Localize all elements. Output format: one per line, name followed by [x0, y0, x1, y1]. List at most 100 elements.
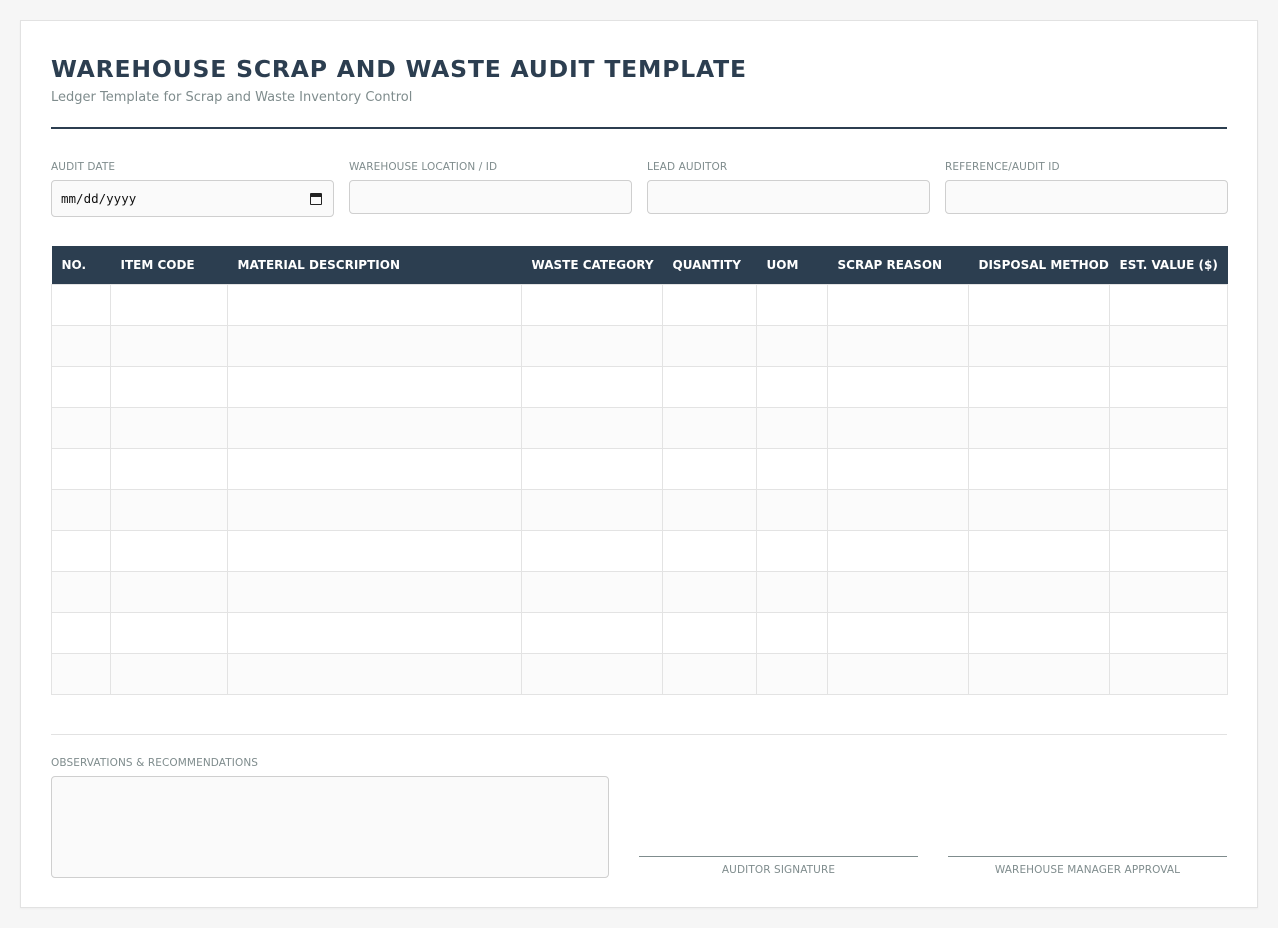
table-cell[interactable] — [1109, 365, 1228, 408]
table-cell[interactable] — [51, 529, 111, 572]
table-cell[interactable] — [968, 570, 1110, 613]
table-cell[interactable] — [1109, 652, 1228, 695]
table-cell[interactable] — [968, 406, 1110, 449]
table-cell[interactable] — [521, 570, 663, 613]
table-cell[interactable] — [1109, 406, 1228, 449]
table-cell[interactable] — [756, 406, 828, 449]
table-cell[interactable] — [227, 529, 522, 572]
table-cell[interactable] — [110, 529, 228, 572]
table-cell[interactable] — [968, 529, 1110, 572]
table-cell[interactable] — [521, 365, 663, 408]
table-cell[interactable] — [227, 611, 522, 654]
table-cell[interactable] — [756, 365, 828, 408]
table-cell[interactable] — [110, 570, 228, 613]
table-cell[interactable] — [51, 365, 111, 408]
table-cell[interactable] — [521, 611, 663, 654]
auditor-signature-line[interactable]: AUDITOR SIGNATURE — [639, 856, 918, 876]
table-cell[interactable] — [968, 488, 1110, 531]
table-cell[interactable] — [827, 447, 969, 490]
calendar-icon[interactable] — [310, 192, 322, 205]
table-cell[interactable] — [227, 570, 522, 613]
table-cell[interactable] — [51, 406, 111, 449]
table-cell[interactable] — [827, 488, 969, 531]
table-cell[interactable] — [1109, 611, 1228, 654]
table-cell[interactable] — [521, 652, 663, 695]
table-cell[interactable] — [968, 652, 1110, 695]
table-body — [51, 283, 1228, 695]
table-cell[interactable] — [662, 324, 757, 367]
table-cell[interactable] — [662, 488, 757, 531]
table-cell[interactable] — [227, 283, 522, 326]
table-cell[interactable] — [51, 324, 111, 367]
table-cell[interactable] — [51, 652, 111, 695]
table-cell[interactable] — [756, 570, 828, 613]
table-cell[interactable] — [827, 570, 969, 613]
table-cell[interactable] — [51, 283, 111, 326]
table-cell[interactable] — [662, 447, 757, 490]
table-cell[interactable] — [662, 529, 757, 572]
table-cell[interactable] — [1109, 324, 1228, 367]
table-cell[interactable] — [756, 611, 828, 654]
table-cell[interactable] — [110, 406, 228, 449]
table-cell[interactable] — [110, 283, 228, 326]
table-cell[interactable] — [968, 283, 1110, 326]
manager-approval-line[interactable]: WAREHOUSE MANAGER APPROVAL — [948, 856, 1227, 876]
table-cell[interactable] — [521, 406, 663, 449]
table-cell[interactable] — [756, 529, 828, 572]
table-cell[interactable] — [827, 529, 969, 572]
table-cell[interactable] — [227, 324, 522, 367]
table-cell[interactable] — [227, 406, 522, 449]
table-cell[interactable] — [662, 652, 757, 695]
table-cell[interactable] — [756, 283, 828, 326]
table-cell[interactable] — [756, 324, 828, 367]
table-cell[interactable] — [968, 447, 1110, 490]
table-cell[interactable] — [110, 365, 228, 408]
table-cell[interactable] — [662, 365, 757, 408]
table-cell[interactable] — [827, 611, 969, 654]
table-cell[interactable] — [51, 611, 111, 654]
table-cell[interactable] — [756, 447, 828, 490]
table-cell[interactable] — [227, 365, 522, 408]
table-cell[interactable] — [827, 406, 969, 449]
warehouse-location-input[interactable] — [349, 180, 632, 214]
table-cell[interactable] — [968, 324, 1110, 367]
table-cell[interactable] — [968, 611, 1110, 654]
table-cell[interactable] — [662, 570, 757, 613]
table-cell[interactable] — [827, 365, 969, 408]
table-cell[interactable] — [521, 324, 663, 367]
table-cell[interactable] — [227, 652, 522, 695]
table-cell[interactable] — [1109, 529, 1228, 572]
table-cell[interactable] — [227, 488, 522, 531]
reference-id-input[interactable] — [945, 180, 1228, 214]
table-cell[interactable] — [227, 447, 522, 490]
table-cell[interactable] — [827, 652, 969, 695]
table-cell[interactable] — [968, 365, 1110, 408]
table-cell[interactable] — [51, 447, 111, 490]
table-cell[interactable] — [662, 406, 757, 449]
table-cell[interactable] — [662, 283, 757, 326]
audit-date-input[interactable]: mm/dd/yyyy — [51, 180, 334, 217]
table-cell[interactable] — [662, 611, 757, 654]
table-cell[interactable] — [521, 283, 663, 326]
table-cell[interactable] — [521, 529, 663, 572]
table-cell[interactable] — [51, 570, 111, 613]
table-cell[interactable] — [827, 324, 969, 367]
table-cell[interactable] — [756, 652, 828, 695]
table-cell[interactable] — [51, 488, 111, 531]
observations-textarea[interactable] — [51, 776, 609, 878]
table-cell[interactable] — [521, 447, 663, 490]
table-cell[interactable] — [827, 283, 969, 326]
table-cell[interactable] — [110, 652, 228, 695]
table-cell[interactable] — [110, 611, 228, 654]
column-header: QUANTITY — [662, 246, 757, 284]
table-cell[interactable] — [1109, 447, 1228, 490]
lead-auditor-input[interactable] — [647, 180, 930, 214]
table-cell[interactable] — [521, 488, 663, 531]
table-cell[interactable] — [1109, 570, 1228, 613]
table-cell[interactable] — [756, 488, 828, 531]
table-cell[interactable] — [1109, 488, 1228, 531]
table-cell[interactable] — [110, 488, 228, 531]
table-cell[interactable] — [110, 447, 228, 490]
table-cell[interactable] — [1109, 283, 1228, 326]
table-cell[interactable] — [110, 324, 228, 367]
